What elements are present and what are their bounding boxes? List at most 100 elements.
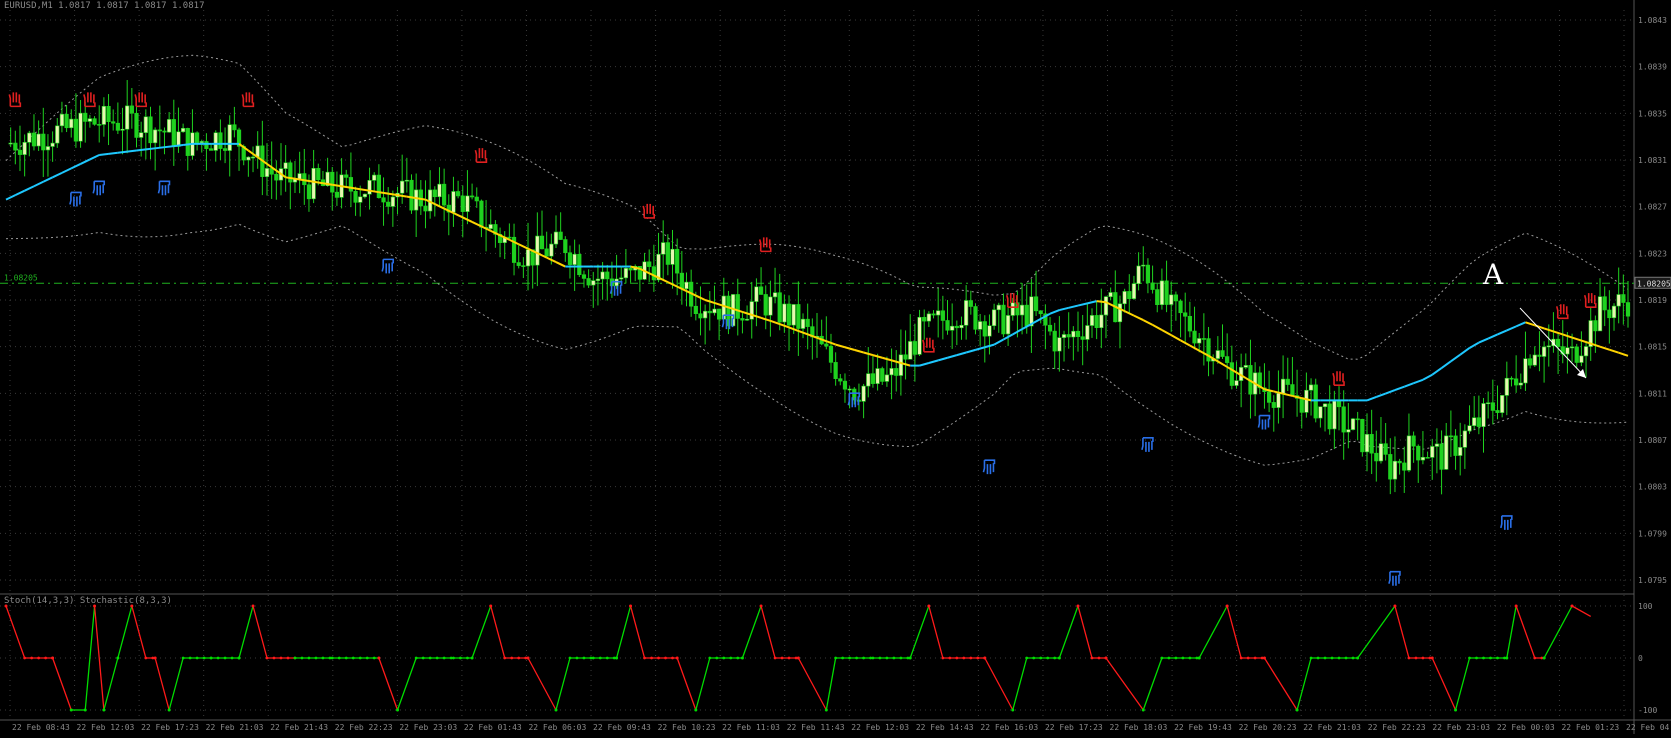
candle-body (27, 132, 32, 143)
candle-body (898, 354, 903, 376)
candle-body (912, 341, 917, 355)
time-tick-label: 22 Feb 12:03 (851, 723, 909, 732)
osc-dot (44, 656, 48, 660)
candle-body (1378, 443, 1384, 462)
osc-dot (351, 656, 355, 660)
osc-dot (330, 656, 334, 660)
price-tick-label: 1.0807 (1638, 436, 1667, 445)
candle-body (1066, 334, 1071, 338)
ma-segment (182, 142, 193, 146)
candle-body (8, 142, 13, 145)
osc-dot (575, 656, 579, 660)
candle-body (670, 248, 675, 265)
candle-body (791, 304, 796, 326)
price-tick-label: 1.0811 (1638, 389, 1667, 398)
candle-body (176, 131, 181, 147)
candle-body (120, 128, 125, 131)
osc-dot (307, 656, 311, 660)
candle-body (1416, 445, 1421, 461)
candle-body (521, 265, 526, 267)
candle-body (628, 268, 633, 271)
candle-body (1047, 324, 1053, 332)
candle-body (661, 242, 666, 255)
candle-body (367, 180, 372, 195)
candle-body (479, 200, 484, 228)
candle-body (274, 173, 279, 181)
candle-body (376, 174, 381, 199)
candle-body (567, 252, 573, 265)
osc-dot (1330, 656, 1334, 660)
candle-body (1229, 362, 1234, 386)
price-tick-label: 1.0795 (1638, 576, 1667, 585)
candle-body (204, 141, 209, 149)
candle-body (469, 195, 475, 198)
candle-body (1383, 443, 1388, 455)
osc-dot (116, 656, 120, 660)
candle-body (55, 125, 60, 144)
osc-dot (167, 708, 171, 712)
osc-dot (885, 656, 889, 660)
candle-body (1397, 460, 1402, 464)
candle-body (353, 190, 358, 203)
osc-dot (30, 656, 34, 660)
osc-dot (396, 708, 400, 712)
candle-body (684, 281, 689, 290)
candle-body (1075, 330, 1081, 337)
candle-body (78, 112, 83, 142)
candle-body (922, 316, 927, 322)
osc-dot (188, 656, 192, 660)
candle-body (1504, 377, 1509, 396)
candle-body (1169, 294, 1174, 305)
osc-dot (1475, 656, 1478, 660)
candle-body (1197, 338, 1202, 344)
osc-dot (780, 656, 784, 660)
candle-body (693, 305, 698, 315)
time-tick-label: 22 Feb 11:43 (787, 723, 845, 732)
candle-body (1001, 304, 1006, 335)
candle-body (36, 133, 41, 147)
candle-body (41, 133, 46, 151)
candle-body (1183, 312, 1188, 317)
candle-body (1313, 384, 1318, 419)
candle-body (1061, 334, 1067, 338)
osc-dot (272, 656, 276, 660)
candle-body (950, 325, 955, 331)
osc-dot (452, 656, 455, 660)
osc-dot (899, 656, 903, 660)
candle-body (1127, 291, 1132, 299)
candle-body (1159, 280, 1165, 305)
candle-body (1201, 338, 1206, 340)
candle-body (1220, 350, 1225, 357)
candle-body (1444, 435, 1449, 470)
candle-body (936, 310, 941, 316)
annotation-label-a: A (1483, 258, 1504, 291)
candle-body (1145, 264, 1151, 284)
ma-segment (173, 143, 184, 148)
osc-dot (773, 656, 777, 660)
osc-dot (671, 656, 674, 660)
candle-body (306, 184, 312, 200)
candle-body (525, 249, 531, 267)
osc-dot (824, 708, 828, 712)
ma-segment (99, 152, 109, 156)
candle-body (1155, 289, 1160, 305)
osc-dot (1344, 656, 1348, 660)
osc-dot (435, 656, 439, 660)
candle-body (208, 148, 214, 151)
time-tick-label: 22 Feb 14:43 (916, 723, 974, 732)
osc-dot (675, 656, 679, 660)
candle-body (330, 171, 335, 193)
osc-dot (428, 656, 432, 660)
candle-body (1052, 330, 1057, 352)
candle-body (162, 130, 167, 133)
candle-body (861, 385, 866, 402)
candle-body (1458, 447, 1463, 456)
osc-dot (337, 656, 341, 660)
candle-body (474, 196, 479, 202)
candle-body (870, 373, 876, 384)
osc-dot (1039, 656, 1043, 660)
candle-body (87, 118, 92, 122)
osc-dot (615, 656, 619, 660)
price-tick-label: 1.0835 (1638, 109, 1667, 118)
candle-body (460, 195, 465, 212)
